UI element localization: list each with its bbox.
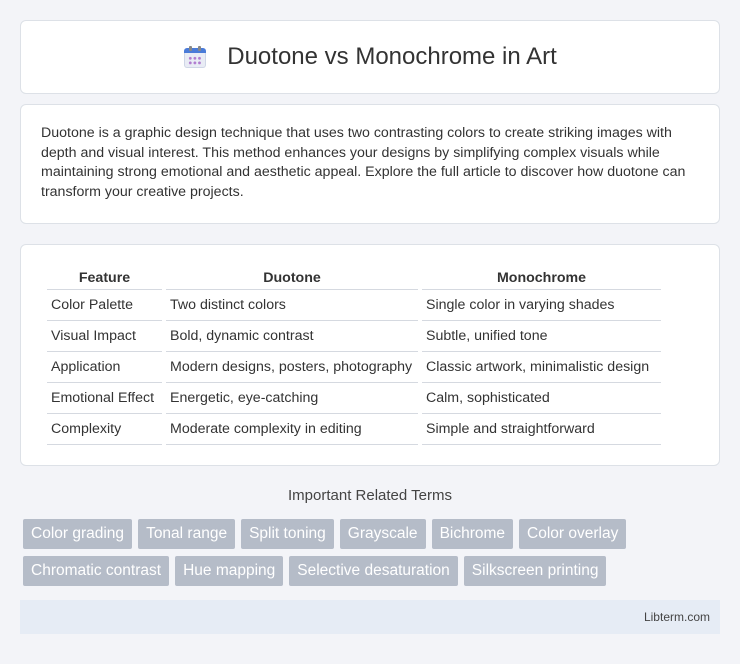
intro-card: Duotone is a graphic design technique th…: [20, 104, 720, 224]
table-cell: Single color in varying shades: [422, 290, 661, 321]
tag-color-grading[interactable]: Color grading: [23, 519, 133, 549]
table-row: Complexity Moderate complexity in editin…: [47, 414, 661, 445]
tag-grayscale[interactable]: Grayscale: [339, 519, 426, 549]
table-row: Emotional Effect Energetic, eye-catching…: [47, 383, 661, 414]
intro-text: Duotone is a graphic design technique th…: [41, 125, 686, 200]
tag-tonal-range[interactable]: Tonal range: [138, 519, 236, 549]
table-cell: Two distinct colors: [166, 290, 418, 321]
table-header-row: Feature Duotone Monochrome: [47, 265, 661, 290]
calendar-icon: [183, 45, 207, 69]
tag-color-overlay[interactable]: Color overlay: [519, 519, 627, 549]
tag-hue-mapping[interactable]: Hue mapping: [175, 556, 284, 586]
tag-selective-desaturation[interactable]: Selective desaturation: [289, 556, 458, 586]
tag-silkscreen-printing[interactable]: Silkscreen printing: [463, 556, 607, 586]
table-cell: Calm, sophisticated: [422, 383, 661, 414]
table-cell: Simple and straightforward: [422, 414, 661, 445]
related-terms-title: Important Related Terms: [288, 487, 452, 504]
comparison-card: Feature Duotone Monochrome Color Palette…: [20, 244, 720, 466]
table-cell: Energetic, eye-catching: [166, 383, 418, 414]
related-terms-tags: Color grading Tonal range Split toning G…: [23, 519, 723, 586]
table-cell: Visual Impact: [47, 321, 162, 352]
tag-bichrome[interactable]: Bichrome: [431, 519, 514, 549]
footer-brand[interactable]: Libterm.com: [644, 610, 710, 624]
table-cell: Classic artwork, minimalistic design: [422, 352, 661, 383]
table-cell: Emotional Effect: [47, 383, 162, 414]
table-cell: Moderate complexity in editing: [166, 414, 418, 445]
footer: Libterm.com: [20, 600, 720, 634]
tag-chromatic-contrast[interactable]: Chromatic contrast: [23, 556, 170, 586]
tag-split-toning[interactable]: Split toning: [241, 519, 334, 549]
header: Duotone vs Monochrome in Art: [183, 43, 557, 71]
table-cell: Modern designs, posters, photography: [166, 352, 418, 383]
header-monochrome: Monochrome: [422, 265, 661, 290]
page-title: Duotone vs Monochrome in Art: [227, 43, 557, 70]
header-duotone: Duotone: [166, 265, 418, 290]
table-cell: Application: [47, 352, 162, 383]
table-row: Visual Impact Bold, dynamic contrast Sub…: [47, 321, 661, 352]
table-row: Color Palette Two distinct colors Single…: [47, 290, 661, 321]
table-cell: Color Palette: [47, 290, 162, 321]
table-row: Application Modern designs, posters, pho…: [47, 352, 661, 383]
comparison-table: Feature Duotone Monochrome Color Palette…: [43, 265, 665, 445]
header-card: Duotone vs Monochrome in Art: [20, 20, 720, 94]
table-cell: Complexity: [47, 414, 162, 445]
table-cell: Subtle, unified tone: [422, 321, 661, 352]
header-feature: Feature: [47, 265, 162, 290]
table-cell: Bold, dynamic contrast: [166, 321, 418, 352]
